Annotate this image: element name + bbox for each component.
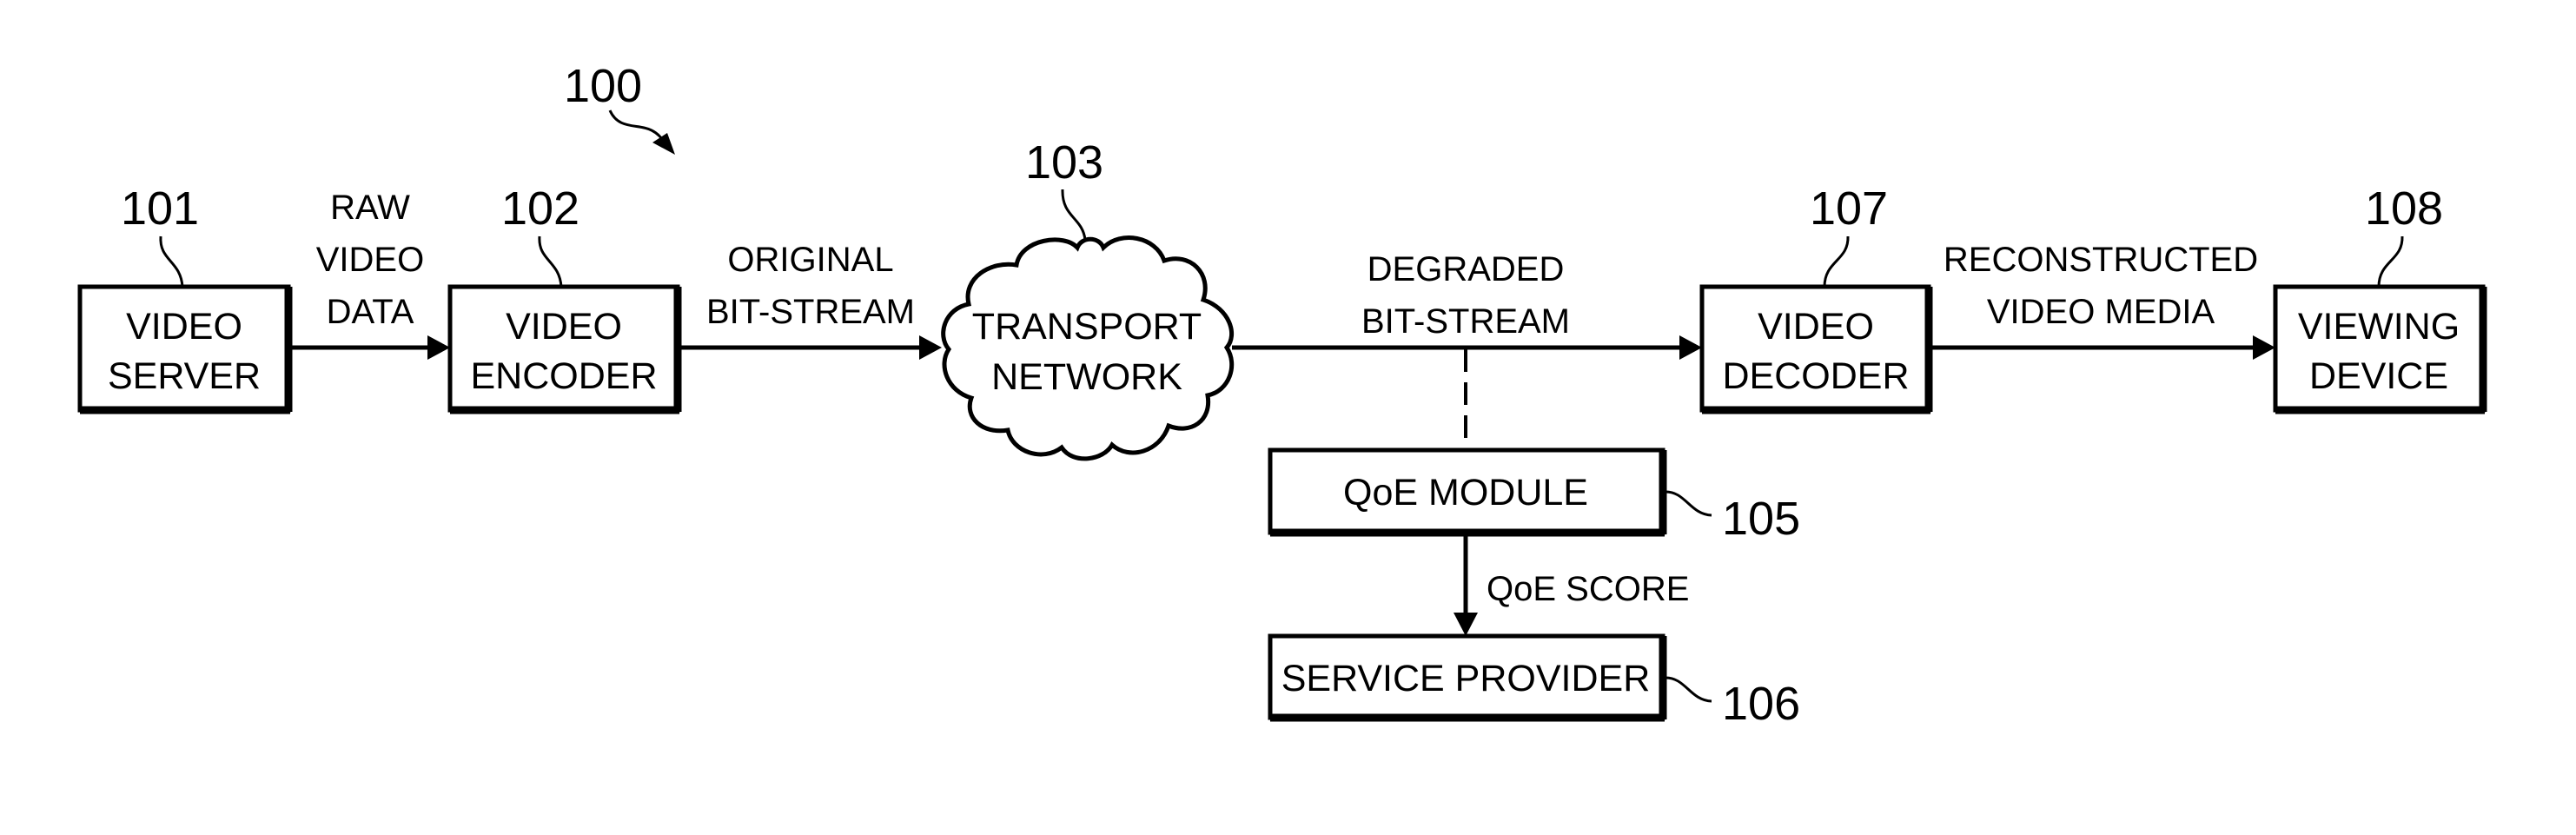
qoe-module-ref: 105 xyxy=(1722,493,1800,545)
viewing-device-line-2: DEVICE xyxy=(2309,355,2448,397)
service-provider-label: SERVICE PROVIDER xyxy=(1281,658,1651,699)
video-server-line-1: VIDEO xyxy=(126,306,242,348)
node-video-server: VIDEO SERVER 101 xyxy=(77,182,293,414)
video-decoder-line-2: DECODER xyxy=(1722,355,1909,397)
qoe-score-arrowhead-icon xyxy=(1454,613,1478,636)
transport-network-leader xyxy=(1061,189,1087,241)
transport-network-line-1: TRANSPORT xyxy=(972,306,1202,348)
degraded-bitstream-line-1: DEGRADED xyxy=(1367,250,1565,288)
reconstructed-video-media-arrowhead-icon xyxy=(2253,335,2275,360)
viewing-device-leader xyxy=(2377,235,2404,288)
figure-ref-label: 100 xyxy=(564,60,642,112)
service-provider-ref: 106 xyxy=(1722,678,1800,730)
transport-network-ref: 103 xyxy=(1025,136,1103,189)
node-viewing-device: VIEWING DEVICE 108 xyxy=(2273,182,2487,414)
raw-video-data-arrowhead-icon xyxy=(427,335,450,360)
transport-network-line-2: NETWORK xyxy=(991,356,1182,398)
degraded-bitstream-line-2: BIT-STREAM xyxy=(1361,302,1570,341)
edge-raw-video-data: RAW VIDEO DATA xyxy=(290,189,450,360)
original-bitstream-arrowhead-icon xyxy=(919,335,942,360)
video-qoe-system-diagram: 100 VIDEO SERVER 101 RAW VIDEO DATA VIDE… xyxy=(77,60,2487,730)
node-service-provider: SERVICE PROVIDER 106 xyxy=(1268,633,1800,730)
degraded-bitstream-arrowhead-icon xyxy=(1679,335,1702,360)
raw-video-data-line-1: RAW xyxy=(330,189,410,227)
qoe-score-label: QoE SCORE xyxy=(1487,570,1689,608)
viewing-device-ref: 108 xyxy=(2365,182,2443,235)
video-server-ref: 101 xyxy=(121,182,199,235)
edge-reconstructed-video-media: RECONSTRUCTED VIDEO MEDIA xyxy=(1930,241,2275,360)
edge-degraded-bitstream: DEGRADED BIT-STREAM xyxy=(1232,250,1702,450)
node-transport-network: TRANSPORT NETWORK 103 xyxy=(941,136,1235,461)
viewing-device-line-1: VIEWING xyxy=(2298,306,2460,348)
original-bitstream-line-1: ORIGINAL xyxy=(727,241,893,279)
reconstructed-video-media-line-2: VIDEO MEDIA xyxy=(1987,293,2215,331)
video-encoder-ref: 102 xyxy=(501,182,579,235)
raw-video-data-line-2: VIDEO xyxy=(316,241,424,279)
video-encoder-line-2: ENCODER xyxy=(470,355,657,397)
node-video-decoder: VIDEO DECODER 107 xyxy=(1699,182,1933,414)
node-qoe-module: QoE MODULE 105 xyxy=(1268,447,1800,545)
raw-video-data-line-3: DATA xyxy=(327,293,414,331)
edge-original-bitstream: ORIGINAL BIT-STREAM xyxy=(679,241,942,360)
video-decoder-leader xyxy=(1823,235,1850,288)
node-video-encoder: VIDEO ENCODER 102 xyxy=(447,182,682,414)
video-server-leader xyxy=(159,235,184,288)
transport-network-cloud-icon xyxy=(941,235,1235,461)
video-decoder-line-1: VIDEO xyxy=(1758,306,1874,348)
edge-qoe-score: QoE SCORE xyxy=(1454,534,1689,636)
original-bitstream-line-2: BIT-STREAM xyxy=(706,293,915,331)
service-provider-leader xyxy=(1664,676,1712,703)
video-decoder-ref: 107 xyxy=(1810,182,1888,235)
reconstructed-video-media-line-1: RECONSTRUCTED xyxy=(1944,241,2258,279)
qoe-module-leader xyxy=(1664,490,1712,517)
qoe-module-label: QoE MODULE xyxy=(1343,472,1588,514)
video-encoder-line-1: VIDEO xyxy=(506,306,622,348)
figure-ref-arrowhead-icon xyxy=(652,133,675,155)
video-server-line-2: SERVER xyxy=(108,355,261,397)
video-encoder-leader xyxy=(538,235,563,288)
